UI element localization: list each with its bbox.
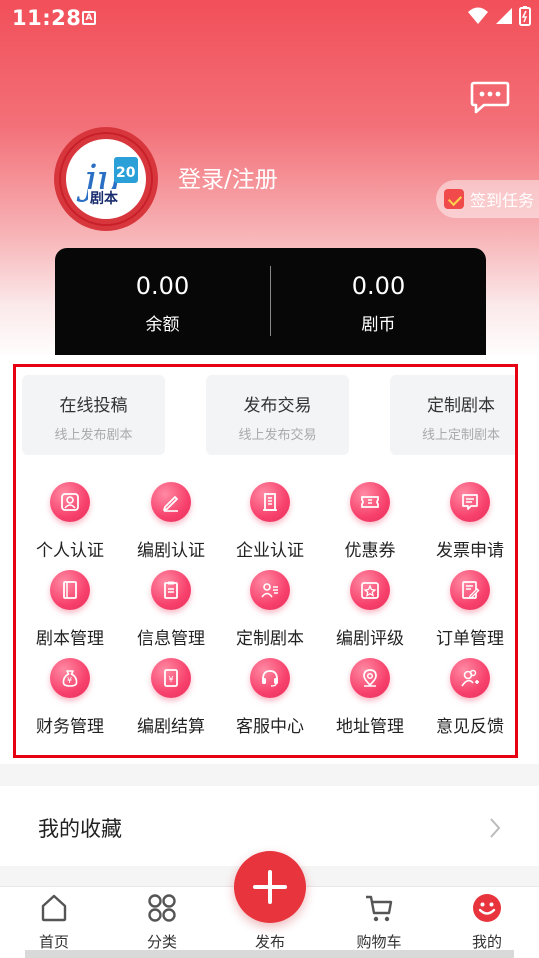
notification-icon: A <box>82 11 96 25</box>
tab-category[interactable]: 分类 <box>122 887 202 958</box>
tab-cart[interactable]: 购物车 <box>339 887 419 958</box>
balance-card: 0.00 余额 0.00 剧币 <box>55 248 486 356</box>
status-bar: 11:28 A <box>0 0 539 36</box>
publish-fab-button[interactable] <box>234 851 306 923</box>
gesture-bar <box>25 950 514 958</box>
signal-icon <box>496 8 512 24</box>
avatar[interactable]: ju 20 剧本 <box>54 127 158 231</box>
highlight-frame <box>13 364 518 758</box>
coin-value: 0.00 <box>351 272 406 300</box>
balance-item[interactable]: 0.00 余额 <box>55 248 270 356</box>
message-button[interactable] <box>470 80 510 116</box>
category-icon <box>148 894 176 922</box>
balance-label: 余额 <box>145 315 180 335</box>
tab-label: 我的 <box>471 933 502 951</box>
tab-label: 发布 <box>254 933 285 951</box>
tab-label: 分类 <box>146 933 177 951</box>
checkin-label: 签到任务 <box>470 191 535 210</box>
svg-text:剧本: 剧本 <box>90 190 119 207</box>
coin-label: 剧币 <box>361 315 396 335</box>
status-time: 11:28 <box>12 6 82 30</box>
calendar-check-icon <box>444 189 464 209</box>
logo-icon: ju 20 剧本 <box>59 132 153 226</box>
balance-value: 0.00 <box>135 272 190 300</box>
tab-label: 购物车 <box>356 933 402 951</box>
chat-icon <box>470 81 510 114</box>
checkin-task-button[interactable]: 签到任务 <box>436 180 539 218</box>
tab-home[interactable]: 首页 <box>14 887 94 958</box>
tab-mine[interactable]: 我的 <box>447 887 527 958</box>
tab-label: 首页 <box>38 933 69 951</box>
wifi-icon <box>468 7 488 24</box>
svg-text:20: 20 <box>116 165 136 181</box>
smile-icon <box>473 894 501 922</box>
favorites-title: 我的收藏 <box>38 817 122 841</box>
login-register-link[interactable]: 登录/注册 <box>178 160 278 194</box>
coin-item[interactable]: 0.00 剧币 <box>271 248 486 356</box>
cart-icon <box>366 895 393 922</box>
battery-icon <box>519 6 531 26</box>
home-icon <box>41 894 67 922</box>
chevron-right-icon <box>490 818 501 838</box>
